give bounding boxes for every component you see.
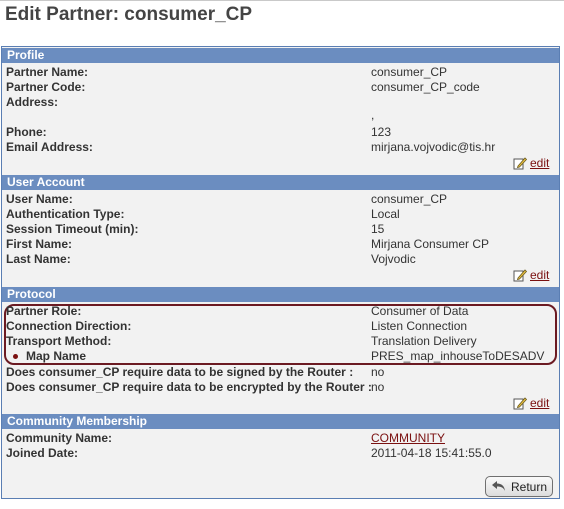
- first-name-label: First Name:: [6, 237, 73, 251]
- email-label: Email Address:: [6, 140, 93, 154]
- phone-label: Phone:: [6, 125, 47, 139]
- community-name-label: Community Name:: [6, 431, 113, 445]
- connection-direction-label: Connection Direction:: [6, 319, 132, 333]
- user-name-label: User Name:: [6, 192, 73, 206]
- pencil-edit-icon: [513, 269, 527, 282]
- profile-section-header: Profile: [2, 48, 559, 63]
- joined-date-value: 2011-04-18 15:41:55.0: [371, 446, 492, 460]
- community-name-link[interactable]: COMMUNITY: [371, 431, 445, 445]
- phone-value: 123: [371, 125, 392, 139]
- protocol-edit-label[interactable]: edit: [530, 396, 549, 410]
- pencil-edit-icon: [513, 157, 527, 170]
- signed-requirement-label: Does consumer_CP require data to be sign…: [6, 365, 354, 379]
- signed-requirement-value: no: [371, 365, 385, 379]
- authentication-type-value: Local: [371, 207, 400, 221]
- map-name-label: Map Name: [26, 349, 87, 363]
- encrypted-requirement-label: Does consumer_CP require data to be encr…: [6, 380, 372, 394]
- transport-method-label: Transport Method:: [6, 334, 112, 348]
- community-section-header: Community Membership: [2, 414, 559, 429]
- transport-method-value: Translation Delivery: [371, 334, 477, 348]
- partner-role-label: Partner Role:: [6, 304, 82, 318]
- user-account-section-header: User Account: [2, 175, 559, 190]
- map-name-value: PRES_map_inhouseToDESADV: [371, 349, 545, 363]
- address-line-value: ,: [371, 108, 375, 122]
- profile-edit-link[interactable]: edit: [513, 156, 549, 170]
- title-rule: [0, 0, 564, 1]
- bullet-icon: [13, 354, 18, 359]
- user-account-edit-link[interactable]: edit: [513, 268, 549, 282]
- encrypted-requirement-value: no: [371, 380, 385, 394]
- partner-code-value: consumer_CP_code: [371, 80, 480, 94]
- partner-name-label: Partner Name:: [6, 65, 89, 79]
- return-button[interactable]: Return: [485, 476, 553, 497]
- return-label: Return: [510, 479, 548, 494]
- protocol-edit-link[interactable]: edit: [513, 396, 549, 410]
- last-name-value: Vojvodic: [371, 252, 416, 266]
- session-timeout-label: Session Timeout (min):: [6, 222, 139, 236]
- email-value: mirjana.vojvodic@tis.hr: [371, 140, 496, 154]
- session-timeout-value: 15: [371, 222, 385, 236]
- partner-code-label: Partner Code:: [6, 80, 86, 94]
- protocol-section-header: Protocol: [2, 287, 559, 302]
- partner-details-panel: Profile Partner Name: consumer_CP Partne…: [1, 46, 560, 499]
- authentication-type-label: Authentication Type:: [6, 207, 125, 221]
- first-name-value: Mirjana Consumer CP: [371, 237, 490, 251]
- last-name-label: Last Name:: [6, 252, 71, 266]
- address-label: Address:: [6, 95, 59, 109]
- page-title: Edit Partner: consumer_CP: [5, 4, 253, 25]
- partner-role-value: Consumer of Data: [371, 304, 469, 318]
- user-name-value: consumer_CP: [371, 192, 448, 206]
- return-arrow-icon: [491, 481, 505, 491]
- joined-date-label: Joined Date:: [6, 446, 79, 460]
- user-account-edit-label[interactable]: edit: [530, 268, 549, 282]
- partner-name-value: consumer_CP: [371, 65, 448, 79]
- profile-edit-label[interactable]: edit: [530, 156, 549, 170]
- connection-direction-value: Listen Connection: [371, 319, 468, 333]
- pencil-edit-icon: [513, 397, 527, 410]
